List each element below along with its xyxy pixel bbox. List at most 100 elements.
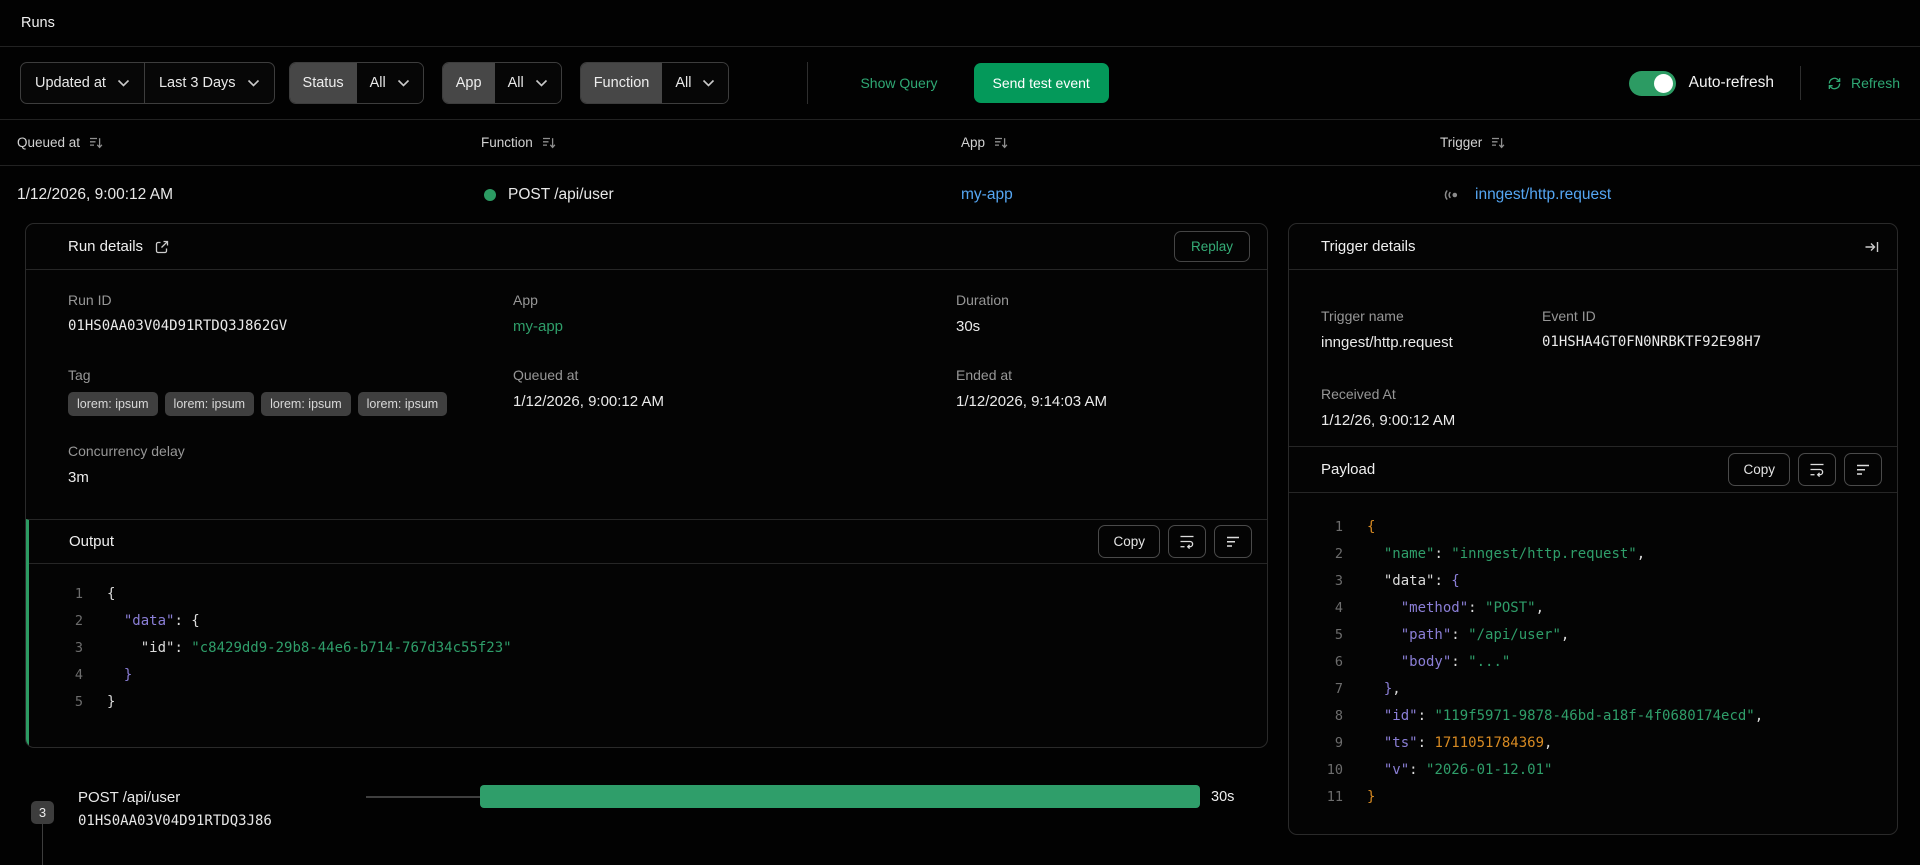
time-range-dropdown[interactable]: Last 3 Days (143, 63, 274, 103)
code-token: { (191, 612, 200, 629)
duration-label: Duration (956, 292, 1009, 308)
status-filter-dropdown[interactable]: All (356, 63, 423, 103)
chevron-down-icon (703, 79, 715, 87)
function-filter-dropdown[interactable]: All (662, 63, 729, 103)
payload-code[interactable]: 1{2 "name": "inngest/http.request", 3 "da… (1289, 493, 1897, 810)
run-details-header: Run details Replay (26, 224, 1267, 270)
field-run-id: Run ID 01HS0AA03V04D91RTDQ3J862GV (68, 292, 287, 334)
code-line: 8 "id": "119f5971-9878-46bd-a18f-4f06801… (1289, 702, 1897, 729)
wrap-text-button[interactable] (1168, 525, 1206, 558)
code-token: "body" (1400, 653, 1452, 670)
code-token: 1711051784369 (1434, 734, 1545, 751)
line-number: 11 (1326, 788, 1343, 805)
code-token: , (1560, 626, 1570, 643)
code-line: 4 "method": "POST", (1289, 594, 1897, 621)
field-tag: Tag lorem: ipsum lorem: ipsum lorem: ips… (68, 367, 448, 416)
timeline-duration-bar[interactable] (480, 785, 1200, 808)
line-number: 4 (74, 666, 83, 683)
field-queued-at: Queued at 1/12/2026, 9:00:12 AM (513, 367, 664, 410)
align-left-icon (1227, 536, 1239, 547)
ended-at-label: Ended at (956, 367, 1013, 383)
copy-button[interactable]: Copy (1728, 453, 1790, 486)
show-query-link[interactable]: Show Query (860, 75, 937, 91)
code-token: , (1636, 545, 1646, 562)
line-number: 8 (1334, 707, 1343, 724)
cell-app: my-app (961, 166, 1013, 223)
status-filter: Status All (288, 62, 424, 104)
app-filter: App All (441, 62, 562, 104)
app-value-link[interactable]: my-app (513, 318, 563, 335)
field-concurrency-delay: Concurrency delay 3m (68, 443, 185, 486)
code-token: : (174, 612, 192, 629)
copy-button[interactable]: Copy (1098, 525, 1160, 558)
code-token: : (1417, 734, 1435, 751)
payload-title: Payload (1321, 461, 1376, 478)
cell-function: POST /api/user (484, 166, 614, 223)
column-header-app[interactable]: App (961, 120, 1009, 165)
send-test-event-button[interactable]: Send test event (973, 63, 1109, 103)
trigger-link[interactable]: inngest/http.request (1475, 186, 1611, 204)
external-link-icon[interactable] (154, 239, 170, 255)
field-trigger-name: Trigger name inngest/http.request (1321, 308, 1453, 351)
output-header: Output Copy (29, 520, 1267, 564)
code-token: "119f5971-9878-46bd-a18f-4f0680174ecd" (1434, 707, 1755, 724)
cell-queued-at: 1/12/2026, 9:00:12 AM (17, 166, 173, 223)
concurrency-delay-value: 3m (68, 469, 89, 486)
output-title: Output (69, 533, 115, 550)
filter-toolbar: Updated at Last 3 Days Status All App Al… (0, 47, 1920, 120)
time-range-value: Last 3 Days (158, 75, 236, 91)
code-token: : (1434, 545, 1452, 562)
signal-icon (1444, 189, 1458, 200)
sort-icon (542, 137, 556, 148)
code-line: 10 "v": "2026-01-12.01" (1289, 756, 1897, 783)
app-link[interactable]: my-app (961, 186, 1013, 204)
code-token: { (1367, 518, 1376, 535)
column-header-function[interactable]: Function (481, 120, 557, 165)
code-line: 4 } (29, 661, 1267, 688)
tag-chip: lorem: ipsum (68, 392, 158, 416)
concurrency-delay-label: Concurrency delay (68, 443, 185, 459)
column-header-trigger[interactable]: Trigger (1440, 120, 1506, 165)
align-left-button[interactable] (1844, 453, 1882, 486)
wrap-text-icon (1810, 463, 1824, 477)
status-dot-icon (484, 188, 496, 201)
column-header-queued-at[interactable]: Queued at (17, 120, 104, 165)
replay-button[interactable]: Replay (1173, 231, 1250, 262)
tag-chips: lorem: ipsum lorem: ipsum lorem: ipsum l… (68, 392, 448, 416)
app-filter-dropdown[interactable]: All (494, 63, 561, 103)
code-token: : (1451, 626, 1469, 643)
status-filter-value: All (369, 75, 386, 91)
code-token: : (1417, 707, 1435, 724)
line-number: 10 (1326, 761, 1343, 778)
event-id-label: Event ID (1542, 308, 1596, 324)
sort-icon (1492, 137, 1505, 148)
code-token: "name" (1383, 545, 1435, 562)
line-number: 4 (1334, 599, 1343, 616)
run-table-row[interactable]: 1/12/2026, 9:00:12 AM POST /api/user my-… (0, 166, 1920, 223)
line-number: 3 (74, 639, 83, 656)
align-left-button[interactable] (1214, 525, 1252, 558)
wrap-text-button[interactable] (1798, 453, 1836, 486)
refresh-button[interactable]: Refresh (1827, 75, 1900, 91)
align-left-icon (1857, 464, 1869, 475)
code-token: "2026-01-12.01" (1426, 761, 1553, 778)
auto-refresh-toggle[interactable] (1628, 70, 1676, 96)
collapse-right-icon[interactable] (1864, 239, 1880, 255)
line-number: 1 (74, 585, 83, 602)
line-number: 1 (1334, 518, 1343, 535)
code-token: "c8429dd9-29b8-44e6-b714-767d34c55f23" (191, 639, 512, 656)
chevron-down-icon (535, 79, 547, 87)
timeline-leader-line (366, 796, 480, 798)
line-number: 6 (1334, 653, 1343, 670)
field-event-id: Event ID 01HSHA4GT0FN0NRBKTF92E98H7 (1542, 308, 1761, 350)
output-code[interactable]: 1{2 "data": {3 "id": "c8429dd9-29b8-44e6… (29, 564, 1267, 715)
step-count-badge[interactable]: 3 (31, 801, 54, 824)
sort-field-dropdown[interactable]: Updated at (21, 63, 144, 103)
trigger-name-label: Trigger name (1321, 308, 1404, 324)
refresh-cluster: Auto-refresh Refresh (1628, 66, 1900, 100)
code-token: "id" (140, 639, 175, 656)
